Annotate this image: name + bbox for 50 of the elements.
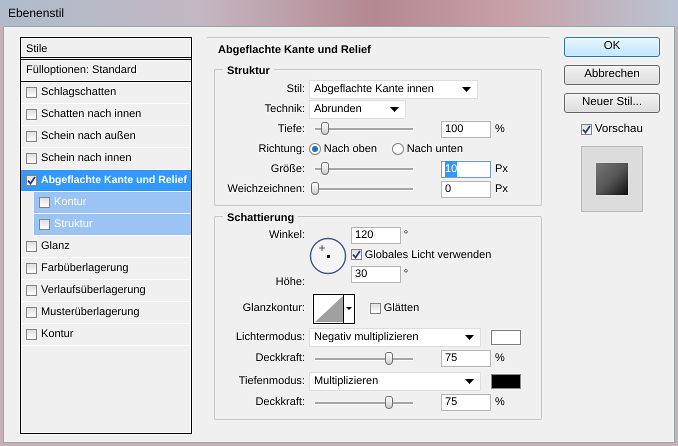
- value-field[interactable]: 120: [351, 226, 401, 244]
- dialog-button[interactable]: Abbrechen: [564, 65, 660, 85]
- unit-label: °: [404, 228, 408, 242]
- radio-label: Nach oben: [324, 142, 377, 157]
- unit-label: %: [495, 395, 505, 410]
- field-label: Höhe:: [274, 275, 305, 290]
- style-item[interactable]: Verlaufsüberlagerung: [21, 280, 191, 302]
- dialog-button[interactable]: Neuer Stil...: [564, 93, 660, 113]
- field-label: Größe:: [270, 162, 305, 177]
- value-field[interactable]: 100: [441, 120, 491, 138]
- checkbox-label: Vorschau: [594, 122, 643, 137]
- checkbox-label: Glätten: [384, 301, 420, 316]
- value-field[interactable]: 0: [441, 180, 491, 198]
- style-item[interactable]: Kontur: [21, 324, 191, 346]
- value-field[interactable]: 75: [441, 394, 491, 411]
- field-label: Winkel:: [268, 228, 305, 242]
- style-item[interactable]: Glanz: [21, 236, 191, 258]
- field-label: Richtung:: [258, 142, 305, 157]
- field-label: Tiefenmodus:: [238, 374, 305, 390]
- unit-label: Px: [495, 162, 508, 177]
- style-item[interactable]: Schlagschatten: [21, 82, 191, 104]
- unit-label: °: [404, 267, 408, 282]
- dropdown[interactable]: Abgeflachte Kante innen: [309, 80, 478, 98]
- value-field[interactable]: 75: [441, 350, 491, 367]
- dropdown[interactable]: Multiplizieren: [309, 372, 481, 391]
- dialog-button[interactable]: OK: [564, 37, 660, 57]
- style-item[interactable]: Schein nach außen: [21, 126, 191, 148]
- group-title: Schattierung: [223, 210, 298, 226]
- dropdown[interactable]: Abrunden: [309, 100, 406, 118]
- field-label: Weichzeichnen:: [226, 182, 305, 197]
- unit-label: Px: [495, 182, 508, 197]
- radio-label: Nach unten: [406, 142, 463, 157]
- style-item[interactable]: Schatten nach innen: [21, 104, 191, 126]
- field-label: Deckkraft:: [254, 351, 305, 366]
- value-field[interactable]: 30: [351, 266, 401, 283]
- checkbox-label: Globales Licht verwenden: [364, 248, 492, 262]
- field-label: Glanzkontur:: [242, 301, 305, 316]
- unit-label: %: [495, 122, 505, 137]
- style-item[interactable]: Musterüberlagerung: [21, 302, 191, 324]
- field-label: Stil:: [286, 82, 305, 97]
- field-label: Deckkraft:: [254, 395, 305, 410]
- unit-label: %: [495, 351, 505, 366]
- window-title: Ebenenstil: [8, 6, 64, 20]
- field-label: Technik:: [264, 102, 305, 117]
- field-label: Tiefe:: [276, 122, 305, 137]
- field-label: Lichtermodus:: [234, 330, 305, 346]
- dropdown[interactable]: Negativ multiplizieren: [309, 328, 481, 347]
- style-item[interactable]: Fülloptionen: Standard: [21, 60, 191, 82]
- style-item[interactable]: Farbüberlagerung: [21, 258, 191, 280]
- list-header: Stile: [21, 38, 191, 60]
